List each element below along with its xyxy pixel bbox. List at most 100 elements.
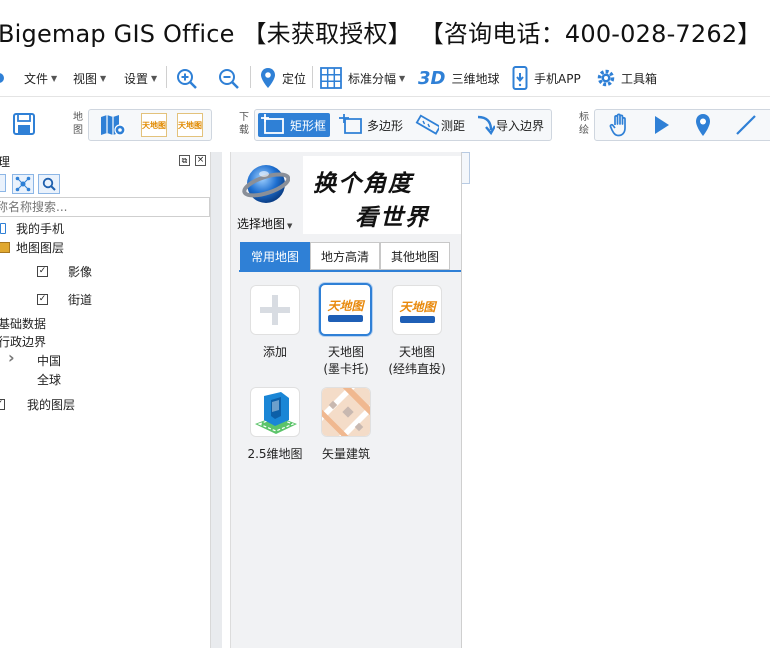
- menu-file-label: 文件: [24, 71, 49, 86]
- my-layers-checkbox[interactable]: ✓: [0, 399, 5, 410]
- line-draw-icon[interactable]: [735, 114, 757, 136]
- float-panel-icon[interactable]: ⧉: [179, 155, 190, 166]
- map-2-5d-tile[interactable]: [250, 387, 300, 437]
- tree-item-world[interactable]: 全球: [37, 371, 61, 388]
- phone-icon: [0, 223, 6, 234]
- tree-item-label: 基础数据: [0, 317, 47, 331]
- vector-map-icon: [322, 388, 370, 436]
- tree-item-label: 地图图层: [16, 241, 65, 255]
- chevron-down-icon: ▼: [287, 222, 293, 230]
- toolbox-button[interactable]: 工具箱: [596, 68, 657, 88]
- toolbox-label: 工具箱: [621, 71, 658, 86]
- tab-label: 地方高清: [320, 249, 369, 264]
- tab-local-hd[interactable]: 地方高清: [310, 242, 380, 270]
- tianditu-latlon-tile[interactable]: 天地图: [392, 285, 442, 335]
- zoom-in-icon[interactable]: [176, 68, 198, 90]
- measure-label: 测距: [441, 118, 466, 133]
- rectangle-button[interactable]: 矩形框: [258, 113, 331, 137]
- tianditu-logo-icon: 天地图: [396, 289, 439, 332]
- zoom-out-icon[interactable]: [218, 68, 240, 90]
- map-2-5d-label: 2.5维地图: [247, 447, 303, 461]
- add-map-button[interactable]: [250, 285, 300, 335]
- tree-item-admin-boundary[interactable]: 行政边界: [0, 333, 46, 350]
- menu-settings-label: 设置: [124, 71, 149, 86]
- import-arrow-icon: [477, 115, 495, 136]
- tile-label-line-1: 天地图: [398, 345, 435, 359]
- slogan-line-1: 换个角度: [313, 170, 413, 197]
- select-map-button[interactable]: 选择地图 ▼: [237, 158, 297, 231]
- globe-icon: [242, 165, 290, 203]
- gear-icon: [597, 69, 615, 87]
- tree-item-streets[interactable]: ✓ 街道: [37, 291, 92, 308]
- standard-sheet-label: 标准分幅: [348, 71, 397, 86]
- ruler-icon: [415, 114, 439, 135]
- tree-item-label: 街道: [68, 293, 93, 307]
- polygon-label: 多边形: [367, 118, 404, 133]
- streets-checkbox[interactable]: ✓: [37, 294, 48, 305]
- mobile-app-label: 手机APP: [534, 71, 581, 86]
- polygon-button[interactable]: 多边形: [337, 113, 403, 137]
- menu-view[interactable]: 视图 ▼: [73, 68, 106, 88]
- network-icon[interactable]: [12, 174, 34, 194]
- tree-item-label: 行政边界: [0, 335, 47, 349]
- list-view-icon[interactable]: [0, 174, 6, 192]
- marker-pin-icon[interactable]: [695, 113, 711, 137]
- chevron-down-icon: ▼: [100, 73, 107, 83]
- tab-underline: [239, 270, 461, 272]
- vector-building-label: 矢量建筑: [321, 447, 370, 461]
- measure-button[interactable]: 测距: [415, 113, 465, 137]
- rectangle-select-icon: [261, 114, 284, 134]
- tile-label-line-1: 天地图: [327, 345, 364, 359]
- download-group-label: 下载: [239, 112, 249, 136]
- locate-label: 定位: [282, 71, 307, 86]
- window-title: Bigemap GIS Office 【未获取授权】 【咨询电话：400-028…: [0, 20, 762, 48]
- map-group: 天地图 天地图: [88, 109, 212, 141]
- select-map-label: 选择地图: [237, 217, 286, 231]
- chevron-right-icon[interactable]: ›: [8, 348, 15, 367]
- tab-other-maps[interactable]: 其他地图: [380, 242, 450, 270]
- tree-item-china[interactable]: 中国: [37, 352, 61, 369]
- tree-item-my-phone[interactable]: 我的手机: [0, 220, 64, 237]
- close-icon[interactable]: ×: [195, 155, 206, 166]
- tree-item-map-layers[interactable]: 地图图层: [0, 239, 64, 256]
- tree-item-label: 全球: [37, 373, 62, 387]
- pointer-arrow-icon[interactable]: [653, 115, 671, 135]
- location-pin-icon: [261, 68, 275, 88]
- save-icon[interactable]: [13, 113, 35, 135]
- tree-item-basic-data[interactable]: 基础数据: [0, 315, 46, 332]
- search-icon[interactable]: [38, 174, 60, 194]
- layer-search-input[interactable]: [0, 197, 210, 217]
- tree-item-imagery[interactable]: ✓ 影像: [37, 263, 92, 280]
- tree-item-my-layers[interactable]: ✓ 我的图层: [0, 396, 75, 413]
- tab-common-maps[interactable]: 常用地图: [240, 242, 310, 270]
- hand-pan-icon[interactable]: [609, 113, 631, 137]
- tianditu-mercator-tile[interactable]: 天地图: [319, 283, 372, 336]
- import-boundary-button[interactable]: 导入边界: [475, 113, 544, 137]
- tianditu-small-icon[interactable]: 天地图: [141, 113, 167, 137]
- tile-label-line-2: (墨卡托): [323, 362, 369, 376]
- toolbar-divider: [312, 66, 313, 88]
- title-bar: Bigemap GIS Office 【未获取授权】 【咨询电话：400-028…: [0, 0, 770, 60]
- 3d-icon: 3D: [418, 67, 446, 89]
- globe-3d-label: 三维地球: [451, 71, 500, 86]
- menu-settings[interactable]: 设置 ▼: [124, 68, 157, 88]
- plus-icon: [260, 295, 290, 325]
- globe-3d-button[interactable]: 3D 三维地球: [418, 67, 500, 89]
- tianditu-small-icon[interactable]: 天地图: [177, 113, 203, 137]
- tree-item-label: 我的图层: [27, 398, 76, 412]
- menu-file[interactable]: 文件 ▼: [24, 68, 57, 88]
- chevron-down-icon: ▼: [51, 73, 58, 83]
- mobile-app-button[interactable]: 手机APP: [512, 66, 581, 90]
- slogan-banner: 换个角度 看世界: [303, 156, 461, 234]
- locate-button[interactable]: 定位: [260, 68, 306, 88]
- ribbon: 地图 天地图 天地图 下载 矩形框 多边形 测距 导入边界 标绘: [0, 96, 770, 152]
- standard-sheet-button[interactable]: 标准分幅 ▼: [320, 67, 405, 89]
- vector-building-tile[interactable]: [321, 387, 371, 437]
- download-group: 矩形框 多边形 测距 导入边界: [254, 109, 552, 141]
- panel-splitter[interactable]: [210, 152, 222, 648]
- layer-panel: 理 ⧉ × 我的手机 地图图层 ✓ 影像 ✓ 街道 基础数据 行政边界 › 中国: [0, 152, 210, 648]
- tianditu-logo-icon: 天地图: [324, 288, 367, 331]
- imagery-checkbox[interactable]: ✓: [37, 266, 48, 277]
- map-settings-icon[interactable]: [99, 113, 127, 137]
- app-menu-icon[interactable]: [0, 73, 4, 83]
